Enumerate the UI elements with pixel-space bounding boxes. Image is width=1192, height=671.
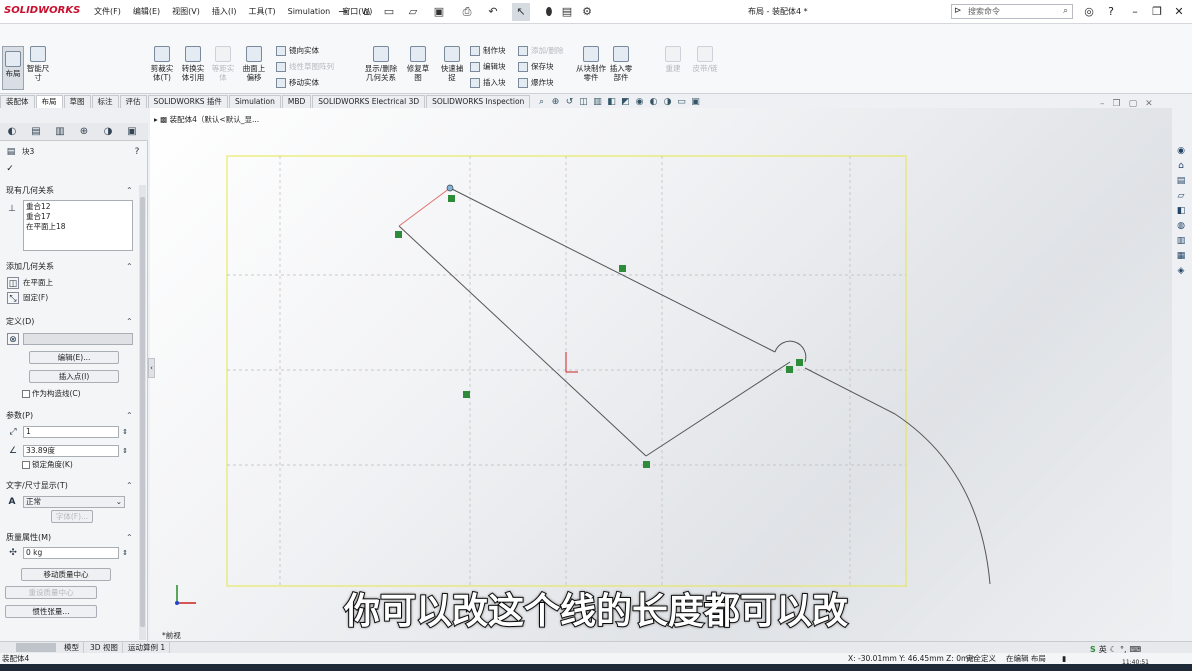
ime-keyboard-icon[interactable]: ⌨ <box>1129 644 1141 656</box>
fix-label[interactable]: 固定(F) <box>23 293 48 303</box>
property-manager-tab-icon[interactable]: ▤ <box>24 123 48 141</box>
sketch-geometry <box>175 155 991 605</box>
checkbox-icon[interactable] <box>22 461 30 469</box>
panel-title: 块3 <box>22 147 35 156</box>
lock-angle-checkbox[interactable]: 锁定角度(K) <box>22 460 73 470</box>
endpoint-handle[interactable] <box>446 184 454 192</box>
video-subtitle: 你可以改这个线的长度都可以改 <box>343 590 849 633</box>
collapse-icon[interactable]: ⌃ <box>126 481 133 491</box>
ime-moon-icon[interactable]: ☾ <box>1110 644 1117 656</box>
perpendicular-icon: ⊥ <box>8 204 16 214</box>
on-plane-icon[interactable]: ◫ <box>7 277 19 289</box>
dropdown-arrow-icon[interactable]: ⌄ <box>116 497 124 507</box>
ime-indicator: S 英 ☾ °, ⌨ <box>1090 644 1141 656</box>
custom-properties-icon[interactable]: ◍ <box>1174 220 1188 233</box>
angle-spinner-icon[interactable]: ⇕ <box>119 445 131 457</box>
collapse-icon[interactable]: ⌃ <box>126 262 133 272</box>
existing-relations-title: 现有几何关系 <box>6 186 54 195</box>
ok-check-icon[interactable]: ✓ <box>4 163 16 175</box>
tab-3d-view[interactable]: 3D 视图 <box>86 642 123 653</box>
ime-punct-icon[interactable]: °, <box>1120 644 1127 656</box>
tab-motion-study[interactable]: 运动算例 1 <box>124 642 171 653</box>
design-library-icon[interactable]: ⌂ <box>1174 160 1188 173</box>
definition-field[interactable] <box>23 333 133 345</box>
collapse-icon[interactable]: ⌃ <box>126 317 133 327</box>
sogou-s-icon[interactable]: S <box>1090 644 1096 656</box>
configuration-manager-tab-icon[interactable]: ▥ <box>48 123 72 141</box>
angle-icon: ∠ <box>8 446 18 456</box>
view-palette-icon[interactable]: ▱ <box>1174 190 1188 203</box>
block-icon: ▤ <box>6 147 16 157</box>
fix-icon[interactable]: ⤡ <box>7 292 19 304</box>
solidworks-forum-icon[interactable]: ▥ <box>1174 235 1188 248</box>
collapse-icon[interactable]: ⌃ <box>126 186 133 196</box>
mass-spinner-icon[interactable]: ⇕ <box>119 547 131 559</box>
help-circle-icon[interactable]: ? <box>131 146 143 158</box>
3d-content-icon[interactable]: ▦ <box>1174 250 1188 263</box>
tab-scroll-control[interactable] <box>16 643 56 652</box>
mass-icon: ✣ <box>9 548 17 558</box>
move-mass-center-button[interactable]: 移动质量中心 <box>21 568 111 581</box>
construction-line-checkbox[interactable]: 作为构造线(C) <box>22 389 81 399</box>
ime-language-label[interactable]: 英 <box>1099 644 1107 656</box>
on-plane-label[interactable]: 在平面上 <box>23 278 53 288</box>
relation-markers <box>395 195 803 468</box>
scale-input[interactable]: 1 <box>23 426 119 438</box>
status-editing: 在编辑 布局 <box>1006 654 1046 663</box>
status-definition: 完全定义 <box>966 654 996 663</box>
sketch-block-lines[interactable] <box>398 187 991 585</box>
add-relations-title: 添加几何关系 <box>6 262 54 271</box>
edit-block-panel-button[interactable]: 编辑(E)... <box>29 351 119 364</box>
resources-icon[interactable]: ◉ <box>1174 145 1188 158</box>
feature-manager-tab-icon[interactable]: ◐ <box>0 123 24 141</box>
appearances-icon[interactable]: ◧ <box>1174 205 1188 218</box>
task-pane-tabs: ◉ ⌂ ▤ ▱ ◧ ◍ ▥ ▦ ◈ <box>1174 145 1191 278</box>
scale-spinner-icon[interactable]: ⇕ <box>119 426 131 438</box>
panel-tabs: ◐ ▤ ▥ ⊕ ◑ ▣ <box>0 123 148 141</box>
status-coordinates: X: -30.01mm Y: 46.45mm Z: 0mm <box>848 654 976 663</box>
electrical-icon[interactable]: ◈ <box>1174 265 1188 278</box>
scrollbar-thumb[interactable] <box>140 197 145 627</box>
selected-line[interactable] <box>398 187 451 227</box>
scale-icon: ⤢ <box>9 427 17 437</box>
dimxpert-tab-icon[interactable]: ⊕ <box>72 123 96 141</box>
font-button[interactable]: 字体(F)... <box>51 510 93 523</box>
parameters-title: 参数(P) <box>6 411 34 420</box>
text-style-icon: A <box>8 497 16 507</box>
status-bar: 装配体4 X: -30.01mm Y: 46.45mm Z: 0mm 完全定义 … <box>0 653 1192 666</box>
text-style-select[interactable]: 正常 ⌄ <box>23 496 125 508</box>
bottom-tabs: 模型 3D 视图 运动算例 1 <box>0 641 1192 653</box>
mass-input[interactable]: 0 kg <box>23 547 119 559</box>
cam-tab-icon[interactable]: ▣ <box>120 123 144 141</box>
relation-item[interactable]: 在平面上18 <box>26 222 130 232</box>
insert-point-button[interactable]: 插入点(I) <box>29 370 119 383</box>
display-manager-tab-icon[interactable]: ◑ <box>96 123 120 141</box>
collapse-icon[interactable]: ⌃ <box>126 411 133 421</box>
mass-properties-title: 质量属性(M) <box>6 533 52 542</box>
panel-scrollbar[interactable] <box>139 185 146 640</box>
property-manager: ◐ ▤ ▥ ⊕ ◑ ▣ ▤ 块3 ? ✓ 现有几何关系 ⌃ ⊥ 重合12 重合1… <box>0 123 148 641</box>
definition-select-icon[interactable]: ⊗ <box>7 333 19 345</box>
tab-model[interactable]: 模型 <box>60 642 84 653</box>
status-rebuild-icon[interactable]: ▮ <box>1062 653 1066 664</box>
text-dimension-title: 文字/尺寸显示(T) <box>6 481 68 490</box>
existing-relations-list[interactable]: 重合12 重合17 在平面上18 <box>23 200 133 251</box>
collapse-icon[interactable]: ⌃ <box>126 533 133 543</box>
angle-input[interactable]: 33.89度 <box>23 445 119 457</box>
definition-title: 定义(D) <box>6 317 35 326</box>
relation-item[interactable]: 重合12 <box>26 202 130 212</box>
relation-item[interactable]: 重合17 <box>26 212 130 222</box>
status-document-name: 装配体4 <box>2 654 30 663</box>
os-taskbar <box>0 664 1192 671</box>
file-explorer-icon[interactable]: ▤ <box>1174 175 1188 188</box>
checkbox-icon[interactable] <box>22 390 30 398</box>
panel-collapse-handle[interactable]: ‹ <box>148 358 155 378</box>
